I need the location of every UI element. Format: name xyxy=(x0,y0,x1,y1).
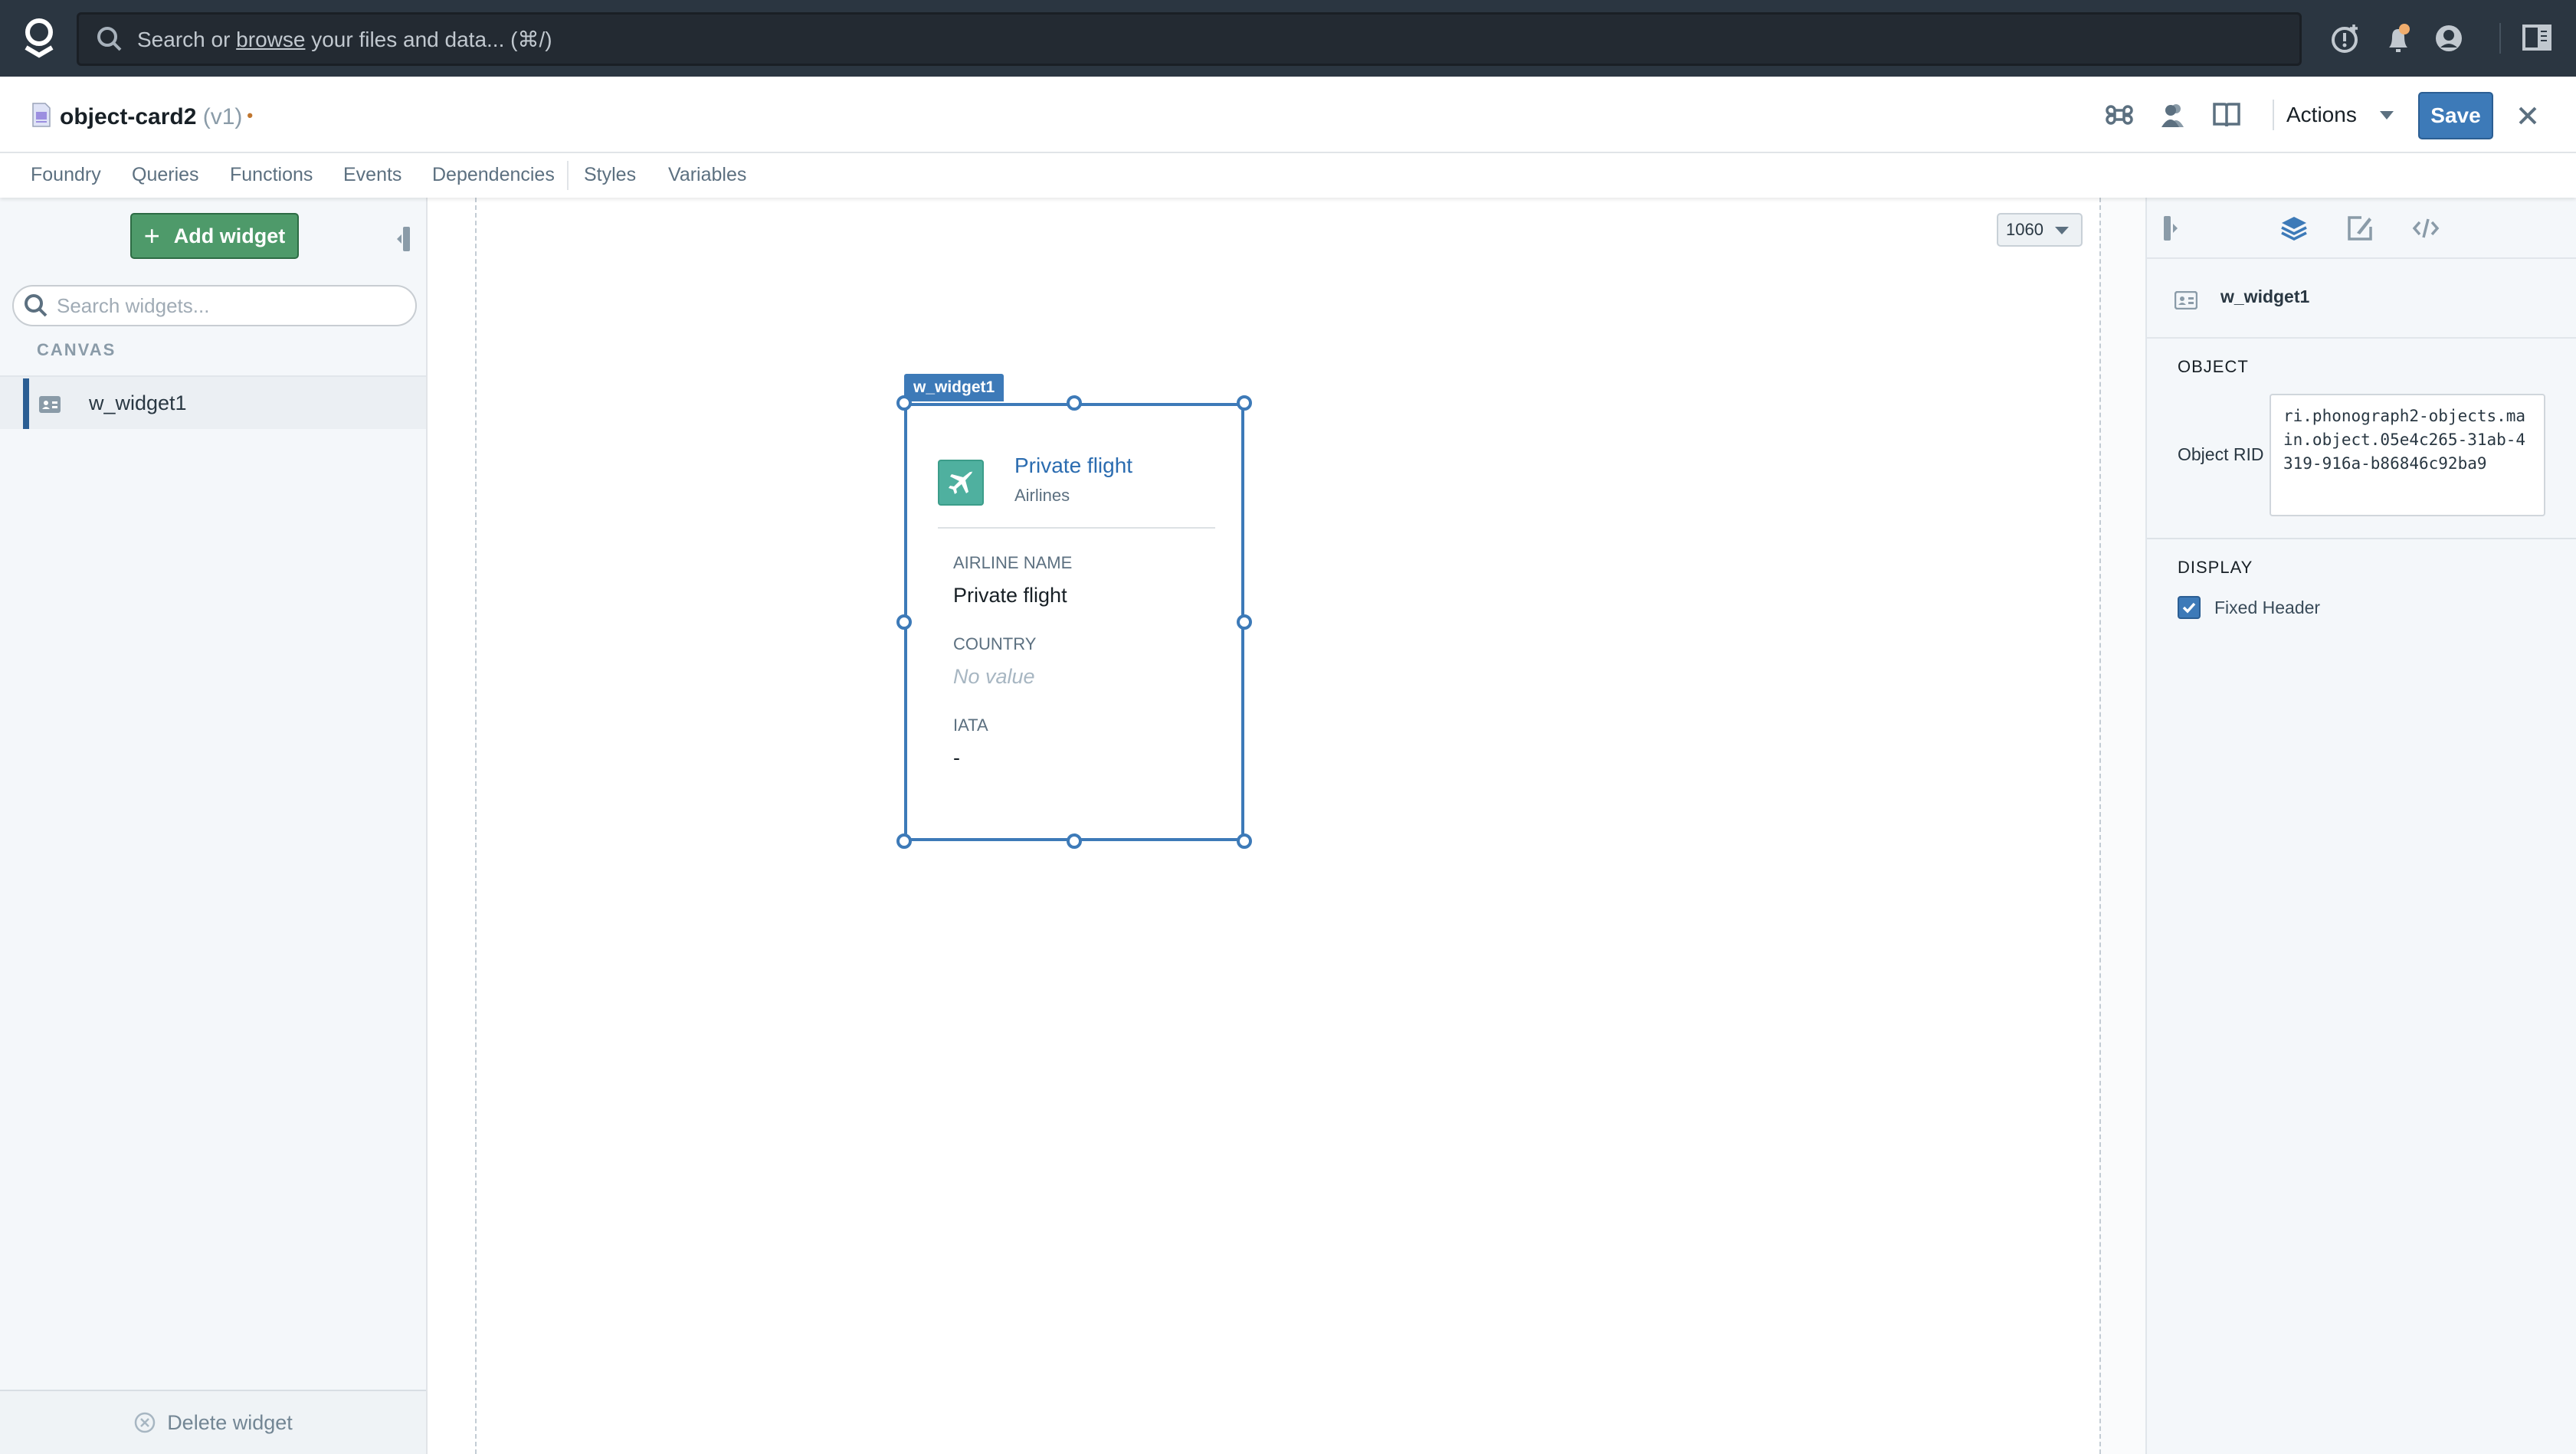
canvas-section-label: CANVAS xyxy=(37,340,116,359)
collapse-panel-icon[interactable] xyxy=(2162,214,2190,242)
global-search-input[interactable]: Search or browse your files and data... … xyxy=(77,12,2302,66)
resize-handle-right[interactable] xyxy=(1237,614,1252,630)
version-label: (v1) xyxy=(202,104,243,129)
add-widget-button[interactable]: + Add widget xyxy=(130,213,299,259)
palantir-logo-icon[interactable] xyxy=(20,17,58,60)
tab-variables[interactable]: Variables xyxy=(668,164,746,186)
object-section-label: OBJECT xyxy=(2178,357,2249,376)
resize-handle-bottom-right[interactable] xyxy=(1237,833,1252,849)
object-type-label: Airlines xyxy=(1014,486,1070,505)
topbar-divider xyxy=(2499,23,2501,54)
selected-indicator xyxy=(23,378,29,429)
selected-widget-header: w_widget1 xyxy=(2147,259,2576,339)
section-divider xyxy=(2147,538,2576,539)
resize-handle-top-right[interactable] xyxy=(1237,395,1252,411)
canvas-right-guide xyxy=(2099,198,2101,1454)
document-title[interactable]: object-card2 (v1) • xyxy=(60,104,253,130)
properties-toolbar xyxy=(2147,198,2576,259)
document-icon xyxy=(32,103,51,127)
tab-styles[interactable]: Styles xyxy=(584,164,636,186)
edit-style-icon[interactable] xyxy=(2346,214,2374,242)
display-section-label: DISPLAY xyxy=(2178,558,2253,577)
object-title-link[interactable]: Private flight xyxy=(1014,454,1132,478)
property-value: Private flight xyxy=(953,584,1067,607)
save-button[interactable]: Save xyxy=(2418,92,2493,139)
editor-tabs: Foundry Queries Functions Events Depende… xyxy=(0,153,2576,198)
notification-add-icon[interactable] xyxy=(2329,21,2363,55)
widget-search[interactable] xyxy=(12,285,417,326)
property-value-empty: No value xyxy=(953,665,1035,688)
plus-icon: + xyxy=(143,220,160,251)
sidebar-item-w-widget1[interactable]: w_widget1 xyxy=(0,375,426,429)
airplane-icon xyxy=(938,460,984,506)
notification-badge xyxy=(2399,24,2410,34)
bell-icon[interactable] xyxy=(2381,21,2415,55)
unsaved-indicator: • xyxy=(247,106,254,125)
resize-handle-top[interactable] xyxy=(1067,395,1082,411)
browse-link[interactable]: browse xyxy=(236,28,305,51)
properties-panel: w_widget1 OBJECT Object RID ri.phonograp… xyxy=(2145,198,2576,1454)
close-icon[interactable] xyxy=(2518,106,2538,126)
circle-x-icon xyxy=(134,1412,156,1433)
people-icon[interactable] xyxy=(2158,100,2188,130)
tab-dependencies[interactable]: Dependencies xyxy=(432,164,555,186)
object-card-icon xyxy=(39,396,61,413)
code-icon[interactable] xyxy=(2412,214,2440,242)
canvas-width-select[interactable]: 1060 xyxy=(1997,213,2083,247)
tab-functions[interactable]: Functions xyxy=(230,164,313,186)
property-label: AIRLINE NAME xyxy=(953,553,1073,572)
app-header: object-card2 (v1) • Actions Save xyxy=(0,77,2576,153)
layers-icon[interactable] xyxy=(2280,214,2308,242)
widget-sidebar: + Add widget CANVAS w_widget1 Delete wid… xyxy=(0,198,428,1454)
caret-down-icon xyxy=(2379,110,2394,120)
object-card-widget[interactable]: Private flight Airlines AIRLINE NAME Pri… xyxy=(904,403,1244,841)
tab-separator xyxy=(567,161,569,190)
top-navigation-bar: Search or browse your files and data... … xyxy=(0,0,2576,77)
command-icon[interactable] xyxy=(2104,100,2135,130)
object-card-icon xyxy=(2175,291,2197,309)
header-divider xyxy=(2273,100,2274,130)
selected-widget-name: w_widget1 xyxy=(2220,287,2310,306)
user-icon[interactable] xyxy=(2432,21,2466,55)
object-rid-input[interactable]: ri.phonograph2-objects.main.object.05e4c… xyxy=(2270,394,2545,516)
property-value: - xyxy=(953,746,960,769)
search-icon xyxy=(25,294,48,317)
fixed-header-label[interactable]: Fixed Header xyxy=(2214,598,2320,618)
card-divider xyxy=(938,527,1215,529)
resize-handle-left[interactable] xyxy=(896,614,912,630)
canvas-right-gutter xyxy=(2099,198,2145,1454)
object-rid-label: Object RID xyxy=(2178,444,2264,464)
book-icon[interactable] xyxy=(2211,100,2242,130)
tab-foundry[interactable]: Foundry xyxy=(31,164,101,186)
checkmark-icon xyxy=(2182,602,2196,614)
actions-menu[interactable]: Actions xyxy=(2286,100,2394,130)
canvas-left-guide xyxy=(475,198,477,1454)
tab-queries[interactable]: Queries xyxy=(132,164,199,186)
sidebar-toggle-icon[interactable] xyxy=(2521,21,2555,55)
resize-handle-bottom[interactable] xyxy=(1067,833,1082,849)
widget-search-input[interactable] xyxy=(57,293,394,318)
canvas-area[interactable]: 1060 w_widget1 Private flight Airlines A… xyxy=(429,198,2145,1454)
tab-events[interactable]: Events xyxy=(343,164,401,186)
sidebar-item-label: w_widget1 xyxy=(89,391,187,414)
property-label: IATA xyxy=(953,716,988,735)
widget-name-tag[interactable]: w_widget1 xyxy=(904,374,1005,401)
fixed-header-checkbox[interactable] xyxy=(2178,596,2201,619)
resize-handle-bottom-left[interactable] xyxy=(896,833,912,849)
property-label: COUNTRY xyxy=(953,634,1037,653)
delete-widget-button[interactable]: Delete widget xyxy=(0,1390,426,1454)
collapse-sidebar-icon[interactable] xyxy=(395,227,412,251)
search-placeholder: Search or browse your files and data... … xyxy=(137,27,552,51)
search-icon xyxy=(97,27,122,51)
caret-down-icon xyxy=(2055,227,2069,234)
resize-handle-top-left[interactable] xyxy=(896,395,912,411)
